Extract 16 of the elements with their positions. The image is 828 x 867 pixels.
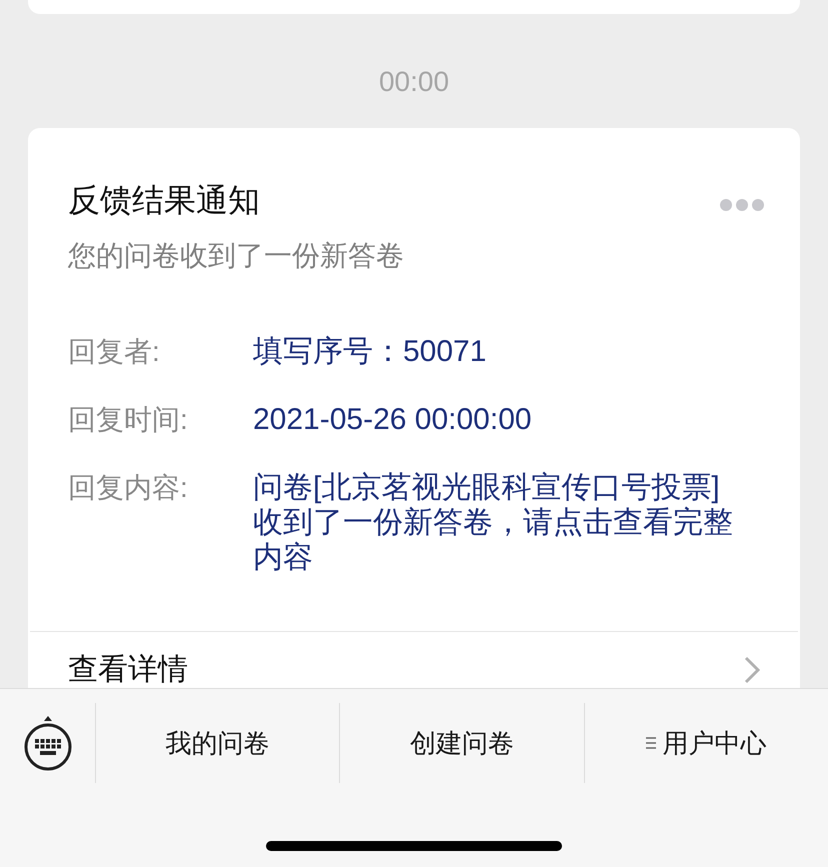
field-label: 回复时间:: [68, 403, 189, 437]
timestamp: 00:00: [378, 68, 450, 96]
submenu-icon: [646, 737, 656, 749]
field-label: 回复者:: [68, 335, 161, 369]
keyboard-icon[interactable]: [22, 714, 72, 772]
chevron-right-icon: [744, 656, 760, 684]
view-details-link[interactable]: 查看详情: [28, 632, 800, 688]
field-value: 2021-05-26 00:00:00: [253, 402, 533, 437]
field-value: 问卷[北京茗视光眼科宣传口号投票]收到了一份新答卷，请点击查看完整内容: [253, 470, 734, 575]
menu-tab[interactable]: 我的问卷: [166, 724, 270, 762]
field-label: 回复内容:: [68, 471, 189, 505]
card-subtitle: 您的问卷收到了一份新答卷: [68, 239, 405, 273]
field-value: 填写序号：50071: [253, 334, 488, 369]
menu-tab[interactable]: 创建问卷: [410, 724, 514, 762]
menu-tab[interactable]: 用户中心: [646, 724, 766, 762]
card-title: 反馈结果通知: [68, 181, 260, 220]
